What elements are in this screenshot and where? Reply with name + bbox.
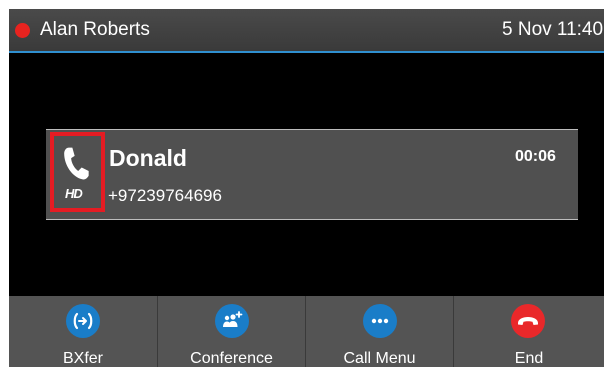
status-bar: Alan Roberts 5 Nov 11:40	[9, 9, 604, 53]
call-menu-label: Call Menu	[343, 350, 416, 367]
end-softkey[interactable]: End	[453, 296, 604, 367]
softkey-bar: BXfer Conference Call Menu End	[9, 296, 604, 367]
handset-icon	[64, 147, 89, 180]
call-duration: 00:06	[515, 148, 556, 165]
user-name: Alan Roberts	[40, 19, 150, 40]
call-menu-softkey[interactable]: Call Menu	[305, 296, 453, 367]
caller-name: Donald	[109, 145, 187, 171]
date-time: 5 Nov 11:40	[502, 19, 604, 40]
phone-screen: Alan Roberts 5 Nov 11:40 HD Donald +9723…	[9, 9, 604, 367]
caller-number: +97239764696	[108, 186, 222, 205]
more-icon	[363, 304, 397, 338]
end-label: End	[514, 350, 544, 367]
bxfer-softkey[interactable]: BXfer	[9, 296, 157, 367]
bxfer-label: BXfer	[62, 350, 103, 367]
conference-softkey[interactable]: Conference	[157, 296, 305, 367]
active-call-card[interactable]: HD Donald +97239764696 00:06	[46, 129, 578, 220]
hd-audio-indicator: HD	[50, 132, 105, 212]
conference-icon	[215, 304, 249, 338]
hd-label: HD	[65, 186, 83, 201]
status-dot-icon	[15, 23, 30, 38]
conference-label: Conference	[190, 350, 273, 367]
blind-transfer-icon	[66, 304, 100, 338]
end-call-icon	[511, 304, 545, 338]
